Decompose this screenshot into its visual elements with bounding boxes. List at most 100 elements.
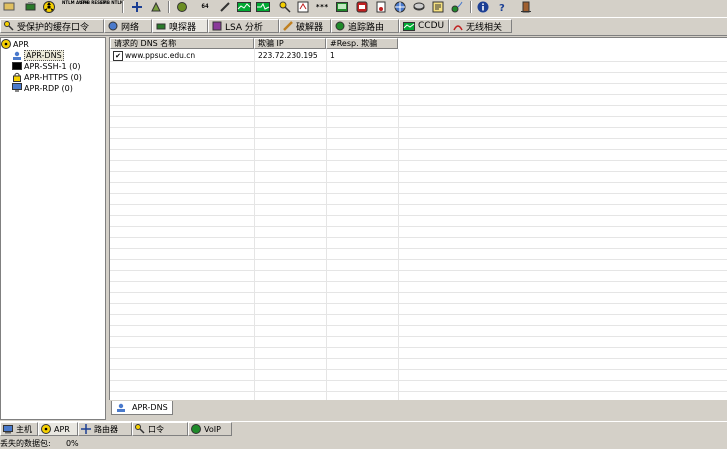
grid-line bbox=[110, 182, 727, 183]
password-reveal-icon[interactable]: *** bbox=[314, 0, 330, 13]
tab-label: 受保护的缓存口令 bbox=[17, 22, 90, 33]
sniff-tool-icon[interactable] bbox=[149, 0, 163, 13]
apr-radiation-icon[interactable] bbox=[42, 0, 56, 13]
record-icon[interactable] bbox=[355, 0, 369, 13]
grid-line bbox=[110, 314, 727, 315]
add-plus-icon[interactable] bbox=[130, 0, 144, 13]
subtab-label: APR-DNS bbox=[132, 403, 168, 412]
status-lost-packets: 丢失的数据包: 0% bbox=[0, 439, 79, 448]
tab-label: VoIP bbox=[204, 424, 221, 434]
wireless-icon bbox=[453, 25, 463, 31]
notepad-icon[interactable] bbox=[431, 0, 445, 13]
tab-label: 网络 bbox=[121, 22, 140, 33]
tab-passwords[interactable]: 口令 bbox=[132, 422, 188, 436]
wireless-icon[interactable] bbox=[450, 0, 464, 13]
grid-line bbox=[110, 204, 727, 205]
row-resp-count: 1 bbox=[330, 51, 335, 60]
apr-radiation-icon bbox=[1, 39, 11, 49]
key-icon bbox=[4, 21, 14, 31]
grid-line bbox=[110, 94, 727, 95]
table-row[interactable]: ✔ www.ppsuc.edu.cn 223.72.230.195 1 bbox=[110, 50, 727, 61]
grid-line bbox=[110, 391, 727, 392]
monitor-icon[interactable] bbox=[256, 0, 270, 13]
lock-icon bbox=[13, 72, 21, 82]
certificate-icon[interactable] bbox=[374, 0, 388, 13]
computer-icon bbox=[3, 424, 13, 433]
status-bar: 丢失的数据包: 0% bbox=[0, 437, 727, 449]
grid-line bbox=[110, 292, 727, 293]
tree-root-apr[interactable]: APR bbox=[1, 39, 29, 49]
tab-label: 口令 bbox=[148, 424, 164, 434]
tab-lsa-analysis[interactable]: LSA 分析 bbox=[208, 19, 279, 33]
bottom-tab-bar: 主机 APR 路由器 口令 VoIP bbox=[0, 421, 727, 437]
base64-icon[interactable]: 64 bbox=[198, 0, 212, 13]
tab-voip[interactable]: VoIP bbox=[188, 422, 232, 436]
grid-line bbox=[110, 281, 727, 282]
dns-spoof-list: 请求的 DNS 名称 欺骗 IP #Resp. 欺骗 ✔ www.ppsuc.e… bbox=[109, 37, 727, 401]
grid-line bbox=[110, 303, 727, 304]
column-header-dns-name[interactable]: 请求的 DNS 名称 bbox=[110, 38, 254, 49]
network-card-icon[interactable] bbox=[24, 0, 38, 13]
hash-calc-icon[interactable] bbox=[296, 0, 310, 13]
decoder-icon[interactable] bbox=[175, 0, 189, 13]
exit-door-icon[interactable] bbox=[519, 0, 533, 13]
tab-network[interactable]: 网络 bbox=[104, 19, 152, 33]
tab-wireless[interactable]: 无线相关 bbox=[449, 19, 512, 33]
tab-label: 主机 bbox=[16, 424, 32, 434]
tab-label: CCDU bbox=[418, 21, 445, 31]
tree-item-apr-dns[interactable]: APR-DNS bbox=[12, 50, 64, 61]
tab-label: 路由器 bbox=[94, 424, 118, 434]
globe-icon[interactable] bbox=[393, 0, 407, 13]
info-icon[interactable] bbox=[476, 0, 490, 13]
key-icon[interactable] bbox=[278, 0, 292, 13]
row-spoof-ip: 223.72.230.195 bbox=[258, 51, 318, 60]
wizard-icon[interactable] bbox=[218, 0, 232, 13]
terminal-icon[interactable] bbox=[335, 0, 349, 13]
network-icon bbox=[108, 21, 118, 31]
help-icon[interactable]: ? bbox=[495, 0, 509, 13]
tab-ccdu[interactable]: CCDU bbox=[399, 19, 449, 33]
tab-protected-cache[interactable]: 受保护的缓存口令 bbox=[0, 19, 104, 33]
router-arrows-icon bbox=[81, 424, 91, 434]
tab-label: LSA 分析 bbox=[225, 22, 263, 33]
voip-phone-icon bbox=[191, 424, 201, 434]
grid-line bbox=[110, 248, 727, 249]
tab-routers[interactable]: 路由器 bbox=[78, 422, 132, 436]
grid-line bbox=[110, 259, 727, 260]
tab-hosts[interactable]: 主机 bbox=[0, 422, 38, 436]
grid-line bbox=[110, 336, 727, 337]
subtab-apr-dns[interactable]: APR-DNS bbox=[111, 401, 173, 415]
tab-label: APR bbox=[54, 424, 70, 434]
tree-item-apr-ssh[interactable]: APR-SSH-1 (0) bbox=[12, 61, 80, 71]
tab-label: 追踪路由 bbox=[348, 22, 385, 33]
smb-ntlm-button[interactable]: SMB NTLM bbox=[100, 1, 124, 5]
grid-line bbox=[110, 226, 727, 227]
graph-icon[interactable] bbox=[237, 0, 251, 13]
column-header-spoof-ip[interactable]: 欺骗 IP bbox=[254, 38, 326, 49]
tab-sniffer[interactable]: 嗅探器 bbox=[152, 19, 208, 33]
tab-apr[interactable]: APR bbox=[38, 422, 78, 436]
tab-cracker[interactable]: 破解器 bbox=[279, 19, 331, 33]
row-checkbox[interactable]: ✔ bbox=[113, 51, 123, 61]
column-header-resp-spoof[interactable]: #Resp. 欺骗 bbox=[326, 38, 398, 49]
ccdu-icon bbox=[403, 21, 415, 31]
apr-tree-panel: APR APR-DNS APR-SSH-1 (0) APR-HTTPS (0) … bbox=[0, 37, 106, 420]
grid-line bbox=[110, 127, 727, 128]
tab-traceroute[interactable]: 追踪路由 bbox=[331, 19, 399, 33]
disk-icon[interactable] bbox=[412, 0, 426, 13]
tree-item-apr-https[interactable]: APR-HTTPS (0) bbox=[12, 72, 82, 82]
dns-user-icon bbox=[117, 403, 125, 412]
tree-item-apr-rdp[interactable]: APR-RDP (0) bbox=[12, 83, 73, 93]
grid-line bbox=[110, 171, 727, 172]
tree-root-label: APR bbox=[13, 39, 29, 49]
grid-line bbox=[110, 193, 727, 194]
grid-line bbox=[110, 215, 727, 216]
grid-line bbox=[110, 105, 727, 106]
grid-line bbox=[110, 61, 727, 62]
save-icon[interactable] bbox=[2, 0, 16, 13]
tab-label: 无线相关 bbox=[466, 22, 503, 33]
svg-text:?: ? bbox=[499, 3, 505, 13]
grid-line bbox=[110, 149, 727, 150]
tree-item-label: APR-HTTPS (0) bbox=[24, 72, 82, 82]
tab-label: 嗅探器 bbox=[169, 22, 197, 33]
